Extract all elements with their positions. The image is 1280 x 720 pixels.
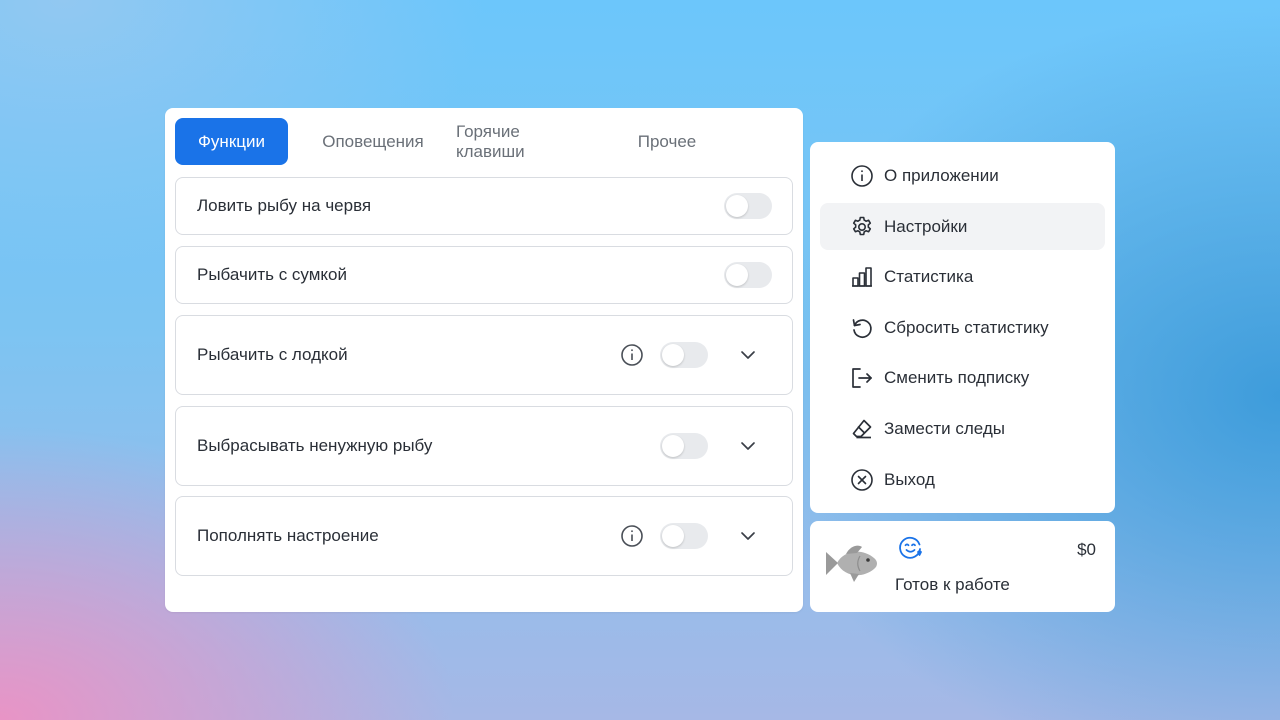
toggle-knob bbox=[662, 435, 684, 457]
status-panel: $0 Готов к работе bbox=[810, 521, 1115, 612]
gear-icon bbox=[850, 215, 874, 239]
side-menu: О приложении Настройки Статистика Сброси… bbox=[810, 142, 1115, 513]
setting-row-boat: Рыбачить с лодкой bbox=[175, 315, 793, 395]
menu-item-label: Замести следы bbox=[884, 418, 1006, 438]
toggle-discard-fish[interactable] bbox=[660, 433, 708, 459]
menu-item-reset-statistics[interactable]: Сбросить статистику bbox=[820, 304, 1105, 351]
menu-item-about[interactable]: О приложении bbox=[820, 152, 1105, 199]
menu-item-exit[interactable]: Выход bbox=[820, 456, 1105, 503]
menu-item-cover-tracks[interactable]: Замести следы bbox=[820, 405, 1105, 452]
menu-item-label: Выход bbox=[884, 469, 935, 489]
chevron-down-icon[interactable] bbox=[738, 526, 758, 546]
tab-functions[interactable]: Функции bbox=[175, 118, 288, 165]
menu-item-change-subscription[interactable]: Сменить подписку bbox=[820, 354, 1105, 401]
chevron-down-icon[interactable] bbox=[738, 436, 758, 456]
info-icon bbox=[850, 164, 874, 188]
toggle-worm[interactable] bbox=[724, 193, 772, 219]
setting-label: Ловить рыбу на червя bbox=[197, 196, 372, 215]
info-icon[interactable] bbox=[620, 343, 644, 367]
setting-row-worm: Ловить рыбу на червя bbox=[175, 177, 793, 235]
toggle-knob bbox=[662, 344, 684, 366]
balance-value: $0 bbox=[1077, 540, 1096, 559]
menu-item-label: Настройки bbox=[884, 216, 968, 236]
toggle-mood[interactable] bbox=[660, 523, 708, 549]
toggle-knob bbox=[726, 195, 748, 217]
chevron-down-icon[interactable] bbox=[738, 345, 758, 365]
setting-label: Выбрасывать ненужную рыбу bbox=[197, 436, 433, 455]
toggle-boat[interactable] bbox=[660, 342, 708, 368]
logout-icon bbox=[850, 366, 874, 390]
menu-item-label: Сбросить статистику bbox=[884, 317, 1049, 337]
close-circle-icon bbox=[850, 468, 874, 492]
menu-item-statistics[interactable]: Статистика bbox=[820, 253, 1105, 300]
tab-other[interactable]: Прочее bbox=[612, 118, 722, 165]
toggle-knob bbox=[662, 525, 684, 547]
bar-chart-icon bbox=[850, 265, 874, 289]
fish-icon bbox=[824, 542, 880, 593]
toggle-knob bbox=[726, 264, 748, 286]
smiley-icon bbox=[898, 535, 923, 565]
info-icon[interactable] bbox=[620, 524, 644, 548]
settings-panel: Функции Оповещения Горячие клавиши Проче… bbox=[165, 108, 803, 612]
toggle-bag[interactable] bbox=[724, 262, 772, 288]
menu-item-label: Сменить подписку bbox=[884, 367, 1030, 387]
tab-hotkeys[interactable]: Горячие клавиши bbox=[456, 118, 592, 165]
setting-row-discard-fish: Выбрасывать ненужную рыбу bbox=[175, 406, 793, 486]
setting-row-bag: Рыбачить с сумкой bbox=[175, 246, 793, 304]
setting-label: Рыбачить с лодкой bbox=[197, 345, 348, 364]
tab-notifications[interactable]: Оповещения bbox=[288, 118, 458, 165]
reset-icon bbox=[850, 316, 874, 340]
menu-item-label: О приложении bbox=[884, 165, 999, 185]
setting-row-mood: Пополнять настроение bbox=[175, 496, 793, 576]
eraser-icon bbox=[850, 417, 874, 441]
menu-item-settings[interactable]: Настройки bbox=[820, 203, 1105, 250]
tab-bar: Функции Оповещения Горячие клавиши Проче… bbox=[175, 118, 722, 165]
setting-label: Рыбачить с сумкой bbox=[197, 265, 348, 284]
menu-item-label: Статистика bbox=[884, 266, 974, 286]
status-text: Готов к работе bbox=[895, 575, 1010, 594]
setting-label: Пополнять настроение bbox=[197, 526, 379, 545]
